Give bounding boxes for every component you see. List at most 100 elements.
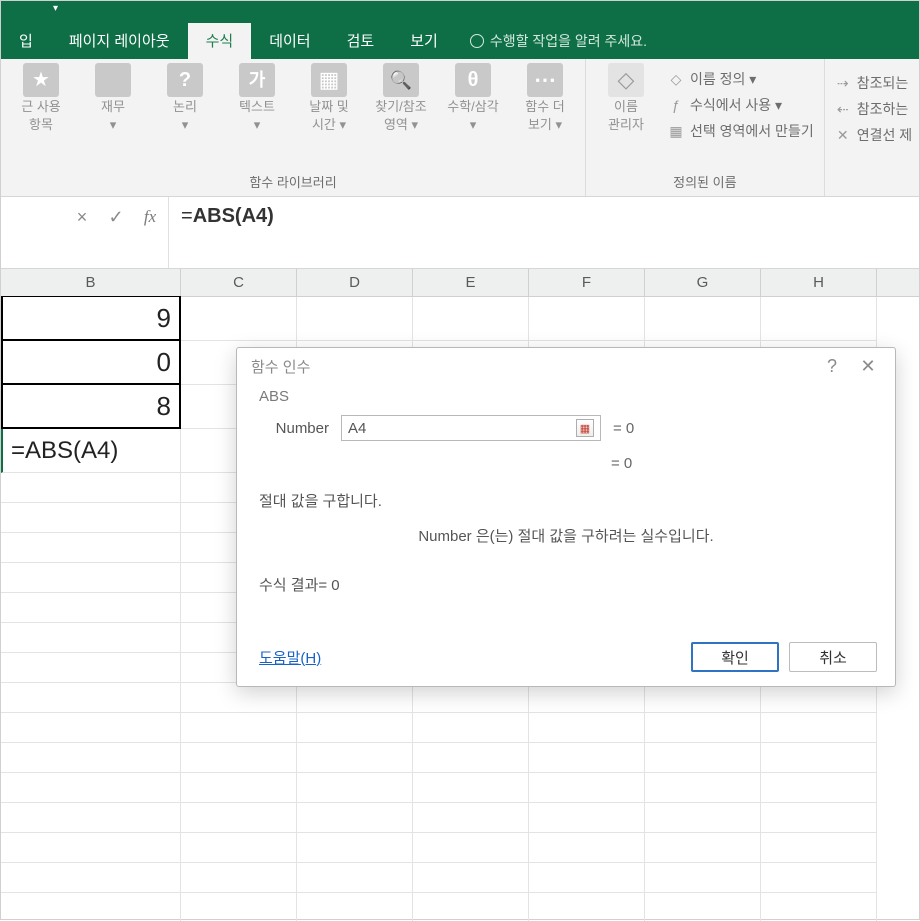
cell[interactable] — [1, 683, 181, 713]
cell[interactable] — [297, 713, 413, 743]
col-header-D[interactable]: D — [297, 269, 413, 296]
cell-H1[interactable] — [761, 297, 877, 341]
cell[interactable] — [645, 683, 761, 713]
name-manager-button[interactable]: 이름관리자 — [596, 63, 656, 169]
tell-me-search[interactable]: 수행할 작업을 알려 주세요. — [456, 23, 661, 59]
dialog-close-icon[interactable]: ✕ — [855, 353, 881, 379]
cell[interactable] — [1, 773, 181, 803]
cell[interactable] — [181, 803, 297, 833]
cell[interactable] — [297, 863, 413, 893]
cell[interactable] — [761, 713, 877, 743]
tab-insert-partial[interactable]: 입 — [1, 22, 51, 59]
cell[interactable] — [1, 563, 181, 593]
cell[interactable] — [413, 683, 529, 713]
cell[interactable] — [297, 833, 413, 863]
col-header-H[interactable]: H — [761, 269, 877, 296]
cell[interactable] — [1, 863, 181, 893]
cell[interactable] — [413, 893, 529, 921]
cell[interactable] — [181, 743, 297, 773]
formula-bar-input[interactable]: =ABS(A4) — [169, 197, 919, 268]
cell[interactable] — [297, 743, 413, 773]
col-header-C[interactable]: C — [181, 269, 297, 296]
cell-C1[interactable] — [181, 297, 297, 341]
create-from-selection-button[interactable]: ▦선택 영역에서 만들기 — [668, 121, 814, 141]
cell[interactable] — [645, 803, 761, 833]
logical-button[interactable]: 논리▾ — [155, 63, 215, 169]
cell[interactable] — [1, 893, 181, 921]
cell[interactable] — [297, 773, 413, 803]
tab-page-layout[interactable]: 페이지 레이아웃 — [51, 22, 188, 59]
cell[interactable] — [761, 863, 877, 893]
cell[interactable] — [1, 473, 181, 503]
cell-D1[interactable] — [297, 297, 413, 341]
cell[interactable] — [181, 683, 297, 713]
trace-dependents-button[interactable]: ⇠참조하는 — [835, 99, 912, 119]
cell[interactable] — [761, 803, 877, 833]
range-picker-icon[interactable]: ▦ — [576, 419, 594, 437]
cell-F1[interactable] — [529, 297, 645, 341]
tab-review[interactable]: 검토 — [329, 22, 393, 59]
cell[interactable] — [181, 713, 297, 743]
cell[interactable] — [645, 893, 761, 921]
cell[interactable] — [529, 743, 645, 773]
cell[interactable] — [297, 803, 413, 833]
more-functions-button[interactable]: 함수 더보기 ▾ — [515, 63, 575, 169]
cell-E1[interactable] — [413, 297, 529, 341]
cell[interactable] — [1, 713, 181, 743]
cell[interactable] — [529, 893, 645, 921]
cell[interactable] — [413, 743, 529, 773]
cell-B3[interactable]: 8 — [1, 384, 181, 429]
recent-functions-button[interactable]: 근 사용항목 — [11, 63, 71, 169]
define-name-button[interactable]: ◇이름 정의 ▾ — [668, 69, 814, 89]
cell[interactable] — [529, 713, 645, 743]
col-header-G[interactable]: G — [645, 269, 761, 296]
cell[interactable] — [297, 683, 413, 713]
cell-G1[interactable] — [645, 297, 761, 341]
cell[interactable] — [645, 863, 761, 893]
cell-B1[interactable]: 9 — [1, 296, 181, 341]
cell[interactable] — [1, 743, 181, 773]
col-header-F[interactable]: F — [529, 269, 645, 296]
cell[interactable] — [529, 803, 645, 833]
tab-view[interactable]: 보기 — [392, 22, 456, 59]
cancel-formula-button[interactable]: × — [72, 207, 92, 227]
cell[interactable] — [181, 833, 297, 863]
financial-button[interactable]: 재무▾ — [83, 63, 143, 169]
cell[interactable] — [413, 833, 529, 863]
math-trig-button[interactable]: 수학/삼각▾ — [443, 63, 503, 169]
cell[interactable] — [181, 773, 297, 803]
cell[interactable] — [761, 683, 877, 713]
cell[interactable] — [297, 893, 413, 921]
lookup-button[interactable]: 찾기/참조영역 ▾ — [371, 63, 431, 169]
remove-arrows-button[interactable]: ✕연결선 제 — [835, 125, 912, 145]
cell[interactable] — [645, 773, 761, 803]
cell[interactable] — [529, 773, 645, 803]
ok-button[interactable]: 확인 — [691, 642, 779, 672]
cell[interactable] — [1, 503, 181, 533]
cell[interactable] — [1, 533, 181, 563]
cell-B4-editing[interactable]: =ABS(A4) — [1, 429, 181, 473]
cell[interactable] — [413, 803, 529, 833]
insert-function-button[interactable]: fx — [140, 207, 160, 227]
cell[interactable] — [645, 833, 761, 863]
qat-customize-icon[interactable]: ▾ — [53, 3, 58, 14]
cell[interactable] — [181, 863, 297, 893]
cell[interactable] — [413, 713, 529, 743]
cell[interactable] — [413, 863, 529, 893]
cell-B2[interactable]: 0 — [1, 340, 181, 385]
cell[interactable] — [1, 593, 181, 623]
cell[interactable] — [181, 893, 297, 921]
dialog-help-icon[interactable]: ? — [819, 353, 845, 379]
trace-precedents-button[interactable]: ⇢참조되는 — [835, 73, 912, 93]
cell[interactable] — [1, 623, 181, 653]
help-link[interactable]: 도움말(H) — [259, 647, 321, 668]
tab-data[interactable]: 데이터 — [251, 22, 328, 59]
cell[interactable] — [529, 833, 645, 863]
cancel-button[interactable]: 취소 — [789, 642, 877, 672]
cell[interactable] — [1, 833, 181, 863]
cell[interactable] — [1, 803, 181, 833]
cell[interactable] — [761, 833, 877, 863]
arg-input-number[interactable]: A4 ▦ — [341, 415, 601, 441]
use-in-formula-button[interactable]: ƒ수식에서 사용 ▾ — [668, 95, 814, 115]
cell[interactable] — [529, 863, 645, 893]
